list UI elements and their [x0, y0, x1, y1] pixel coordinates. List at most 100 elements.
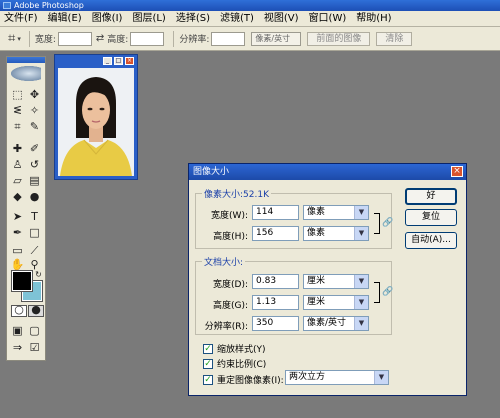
menu-edit[interactable]: 编辑(E): [44, 11, 88, 27]
resample-image-checkbox[interactable]: ✓ 重定图像像素(I):: [203, 373, 284, 386]
doc-resolution-input[interactable]: 350: [252, 316, 299, 331]
hand-tool-icon[interactable]: ✋: [10, 257, 25, 272]
swap-icon[interactable]: ⇄: [96, 33, 104, 44]
document-title-bar[interactable]: _ □ ×: [55, 55, 137, 67]
checkmark-icon[interactable]: ✓: [203, 374, 213, 385]
chevron-down-icon[interactable]: ▼: [354, 227, 368, 240]
menu-layer[interactable]: 图层(L): [128, 11, 171, 27]
screen-mode-full-icon[interactable]: ▢: [27, 323, 42, 338]
pen-tool-icon[interactable]: ✒: [10, 225, 25, 240]
standard-mode-icon[interactable]: ○: [11, 304, 27, 317]
portrait-illustration: [58, 68, 134, 176]
resolution-input[interactable]: [211, 31, 246, 46]
gradient-tool-icon[interactable]: ▤: [27, 173, 42, 188]
chevron-down-icon[interactable]: ▼: [354, 206, 368, 219]
menu-file[interactable]: 文件(F): [0, 11, 44, 27]
doc-width-unit-select[interactable]: 厘米 ▼: [303, 274, 369, 289]
dodge-tool-icon[interactable]: ●: [27, 189, 42, 204]
chain-link-icon: 🔗: [382, 218, 394, 228]
app-title: Adobe Photoshop: [14, 1, 84, 10]
dialog-title-bar[interactable]: 图像大小 ×: [189, 164, 466, 180]
chevron-down-icon[interactable]: ▼: [374, 371, 388, 384]
chevron-down-icon[interactable]: ▼: [354, 317, 368, 330]
swap-colors-icon[interactable]: ↻: [31, 267, 46, 282]
separator: [173, 30, 175, 47]
type-tool-icon[interactable]: T: [27, 209, 42, 224]
magic-wand-tool-icon[interactable]: ✧: [27, 103, 42, 118]
width-input[interactable]: [57, 31, 92, 46]
menu-filter[interactable]: 滤镜(T): [216, 11, 260, 27]
marquee-tool-icon[interactable]: ⬚: [10, 87, 25, 102]
close-icon[interactable]: ×: [125, 57, 134, 65]
resample-method-select[interactable]: 两次立方 ▼: [285, 370, 389, 385]
doc-width-label: 宽度(D):: [213, 280, 248, 290]
doc-resolution-unit-select[interactable]: 像素/英寸 ▼: [303, 316, 369, 331]
close-icon[interactable]: ×: [451, 166, 463, 177]
resolution-label: 分辨率:: [179, 35, 210, 45]
height-input[interactable]: [130, 31, 165, 46]
constrain-proportions-checkbox[interactable]: ✓ 约束比例(C): [203, 357, 266, 370]
clear-button[interactable]: 清除: [376, 31, 413, 46]
photoshop-icon: [3, 2, 11, 9]
scale-styles-label: 缩放样式(Y): [217, 345, 266, 355]
menu-view[interactable]: 视图(V): [260, 11, 305, 27]
doc-width-input[interactable]: 0.83: [252, 274, 299, 289]
checkmark-icon[interactable]: ✓: [203, 358, 213, 369]
maximize-icon[interactable]: □: [114, 57, 123, 65]
pixel-height-input[interactable]: 156: [252, 226, 299, 241]
scale-styles-checkbox[interactable]: ✓ 缩放样式(Y): [203, 342, 266, 355]
rectangle-tool-icon[interactable]: □: [27, 225, 42, 240]
screen-mode-standard-icon[interactable]: ▣: [10, 323, 25, 338]
chain-link-icon: 🔗: [382, 287, 394, 297]
jump-to-imageready-icon[interactable]: ⇒: [10, 340, 25, 355]
doc-width-unit-value: 厘米: [307, 276, 326, 286]
imageready-icon[interactable]: ☑: [27, 340, 42, 355]
foreground-color-swatch[interactable]: [11, 270, 33, 292]
brush-tool-icon[interactable]: ✐: [27, 141, 42, 156]
checkmark-icon[interactable]: ✓: [203, 343, 213, 354]
move-tool-icon[interactable]: ✥: [27, 87, 42, 102]
minimize-icon[interactable]: _: [103, 57, 112, 65]
menu-select[interactable]: 选择(S): [172, 11, 216, 27]
lasso-tool-icon[interactable]: ᓬ: [10, 103, 25, 118]
auto-button[interactable]: 自动(A)...: [405, 232, 457, 249]
crop-tool-icon[interactable]: ⌗: [10, 119, 25, 134]
eyedropper-tool-icon[interactable]: ⟋: [27, 243, 42, 258]
slice-tool-icon[interactable]: ✎: [27, 119, 42, 134]
menu-window[interactable]: 窗口(W): [305, 11, 353, 27]
chevron-down-icon[interactable]: ▼: [354, 275, 368, 288]
notes-tool-icon[interactable]: ▭: [10, 243, 25, 258]
resample-method-value: 两次立方: [289, 372, 326, 382]
reset-button[interactable]: 复位: [405, 209, 457, 226]
chevron-down-icon[interactable]: ▼: [354, 296, 368, 309]
pixel-width-input[interactable]: 114: [252, 205, 299, 220]
doc-height-input[interactable]: 1.13: [252, 295, 299, 310]
pixel-height-label: 高度(H):: [213, 232, 248, 242]
pixel-width-unit-select[interactable]: 像素 ▼: [303, 205, 369, 220]
image-size-dialog: 图像大小 × 像素大小:52.1K 宽度(W): 114 像素 ▼ 高度(H): …: [188, 163, 467, 396]
resample-image-label: 重定图像像素(I):: [217, 376, 284, 386]
doc-height-unit-select[interactable]: 厘米 ▼: [303, 295, 369, 310]
pixel-dimensions-label: 像素大小:52.1K: [202, 187, 271, 200]
separator: [28, 30, 30, 47]
pixel-height-unit-select[interactable]: 像素 ▼: [303, 226, 369, 241]
path-selection-tool-icon[interactable]: ➤: [10, 209, 25, 224]
menu-help[interactable]: 帮助(H): [352, 11, 397, 27]
menu-image[interactable]: 图像(I): [88, 11, 129, 27]
eraser-tool-icon[interactable]: ▱: [10, 173, 25, 188]
clone-stamp-tool-icon[interactable]: ♙: [10, 157, 25, 172]
history-brush-tool-icon[interactable]: ↺: [27, 157, 42, 172]
constrain-link-bracket: [374, 213, 380, 234]
menu-bar: 文件(F) 编辑(E) 图像(I) 图层(L) 选择(S) 滤镜(T) 视图(V…: [0, 11, 500, 27]
blur-tool-icon[interactable]: ◆: [10, 189, 25, 204]
quick-mask-mode-icon[interactable]: ●: [28, 304, 44, 317]
app-title-bar: Adobe Photoshop: [0, 0, 500, 11]
ok-button[interactable]: 好: [405, 188, 457, 205]
tool-preset-chevron-icon[interactable]: ▾: [17, 35, 21, 43]
front-image-button[interactable]: 前面的图像: [307, 31, 371, 46]
crop-tool-icon[interactable]: ⌗: [8, 31, 15, 46]
pixel-width-label: 宽度(W):: [211, 211, 248, 221]
resolution-unit-select[interactable]: 像素/英寸: [251, 31, 302, 46]
pixel-dimensions-group: 像素大小:52.1K 宽度(W): 114 像素 ▼ 高度(H): 156 像素 ▼…: [195, 187, 394, 249]
healing-brush-tool-icon[interactable]: ✚: [10, 141, 25, 156]
